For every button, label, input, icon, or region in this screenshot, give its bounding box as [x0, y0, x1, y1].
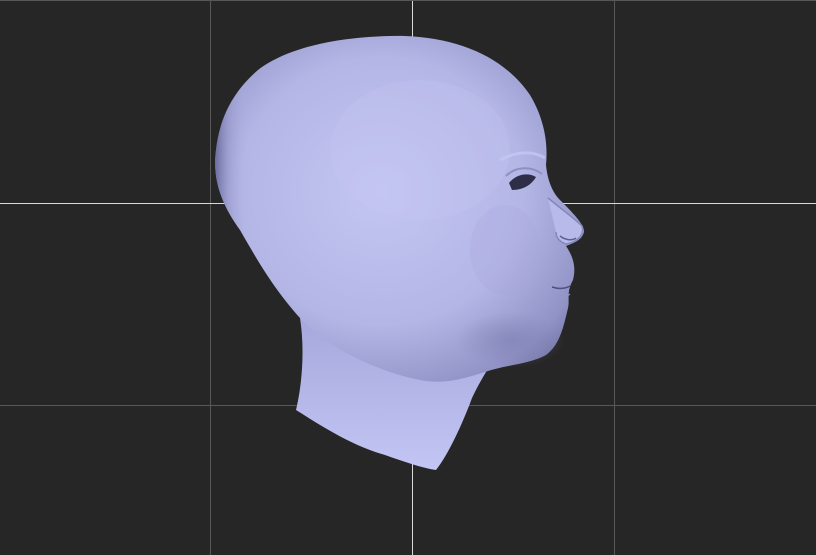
3d-viewport[interactable]	[0, 0, 816, 555]
head-model[interactable]	[0, 0, 816, 555]
temple-highlight	[330, 80, 510, 220]
cheek-shade	[470, 205, 540, 295]
jaw-shadow	[455, 312, 565, 368]
